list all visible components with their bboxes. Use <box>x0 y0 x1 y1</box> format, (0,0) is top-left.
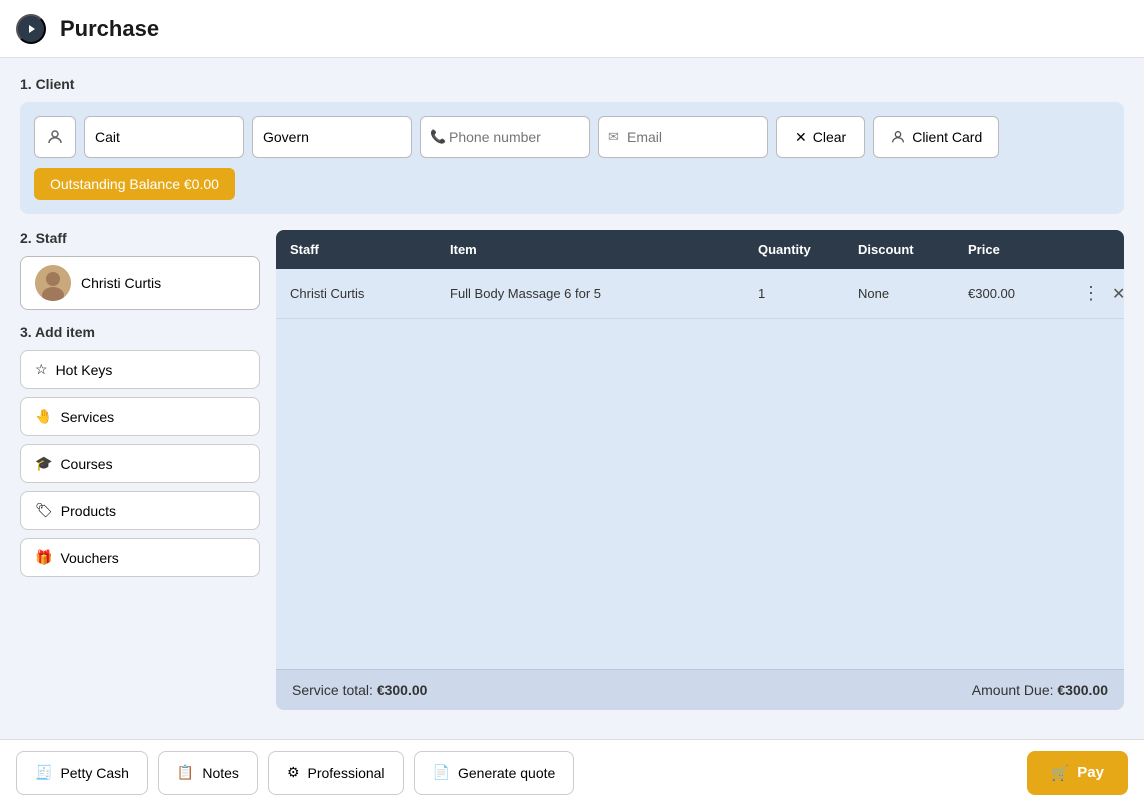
row-actions-cell: ⋮ ✕ <box>1064 269 1124 318</box>
row-quantity: 1 <box>744 269 844 318</box>
products-button[interactable]: 🏷 Products <box>20 491 260 530</box>
products-label: Products <box>61 503 116 519</box>
graduation-icon: 🎓 <box>35 455 52 472</box>
row-actions: ⋮ ✕ <box>1078 281 1124 306</box>
table-body: Christi Curtis Full Body Massage 6 for 5… <box>276 269 1124 669</box>
generate-quote-button[interactable]: 📄 Generate quote <box>414 751 575 795</box>
col-price: Price <box>954 230 1064 269</box>
vouchers-button[interactable]: 🎁 Vouchers <box>20 538 260 577</box>
email-icon: ✉ <box>608 129 619 145</box>
staff-select-button[interactable]: Christi Curtis <box>20 256 260 310</box>
last-name-input[interactable] <box>252 116 412 158</box>
phone-input-wrapper: 📞 <box>420 116 590 158</box>
page-title: Purchase <box>60 16 159 42</box>
row-more-button[interactable]: ⋮ <box>1078 281 1104 306</box>
professional-icon: ⚙ <box>287 764 300 781</box>
outstanding-balance-button[interactable]: Outstanding Balance €0.00 <box>34 168 235 200</box>
courses-button[interactable]: 🎓 Courses <box>20 444 260 483</box>
professional-label: Professional <box>308 765 385 781</box>
clear-label: Clear <box>813 129 846 145</box>
gift-icon: 🎁 <box>35 549 52 566</box>
clear-button[interactable]: ✕ Clear <box>776 116 865 158</box>
col-staff: Staff <box>276 230 436 269</box>
table-wrapper: Staff Item Quantity Discount Price Chris… <box>276 230 1124 710</box>
staff-name: Christi Curtis <box>81 275 161 291</box>
left-column: 2. Staff Christi Curtis 3. Add item ☆ Ho… <box>20 230 260 710</box>
client-icon-button[interactable] <box>34 116 76 158</box>
right-column: Staff Item Quantity Discount Price Chris… <box>276 230 1124 710</box>
vouchers-label: Vouchers <box>60 550 118 566</box>
staff-section-label: 2. Staff <box>20 230 260 246</box>
amount-due-value: €300.00 <box>1057 682 1108 698</box>
clear-x-icon: ✕ <box>795 129 807 146</box>
items-table: Staff Item Quantity Discount Price Chris… <box>276 230 1124 710</box>
notes-label: Notes <box>202 765 239 781</box>
service-total-label: Service total: <box>292 682 373 698</box>
toggle-sidebar-button[interactable] <box>16 14 46 44</box>
col-discount: Discount <box>844 230 954 269</box>
tag-icon: 🏷 <box>35 502 53 519</box>
row-item: Full Body Massage 6 for 5 <box>436 269 744 318</box>
client-card-label: Client Card <box>912 129 982 145</box>
phone-icon: 📞 <box>430 129 446 145</box>
pay-button[interactable]: 🛒 Pay <box>1027 751 1128 795</box>
petty-cash-label: Petty Cash <box>60 765 128 781</box>
services-label: Services <box>60 409 114 425</box>
notes-button[interactable]: 📋 Notes <box>158 751 258 795</box>
staff-avatar <box>35 265 71 301</box>
service-total-text: Service total: €300.00 <box>292 682 427 698</box>
hot-keys-button[interactable]: ☆ Hot Keys <box>20 350 260 389</box>
client-section-label: 1. Client <box>20 76 1124 92</box>
services-button[interactable]: 🤚 Services <box>20 397 260 436</box>
table-header: Staff Item Quantity Discount Price <box>276 230 1124 269</box>
professional-button[interactable]: ⚙ Professional <box>268 751 404 795</box>
staff-section: 2. Staff Christi Curtis <box>20 230 260 310</box>
service-total-bar: Service total: €300.00 Amount Due: €300.… <box>276 669 1124 710</box>
two-col-layout: 2. Staff Christi Curtis 3. Add item ☆ Ho… <box>20 230 1124 710</box>
client-section: 📞 ✉ ✕ Clear Client Card Outstanding Bala… <box>20 102 1124 214</box>
row-remove-button[interactable]: ✕ <box>1112 284 1124 304</box>
footer: 🧾 Petty Cash 📋 Notes ⚙ Professional 📄 Ge… <box>0 739 1144 805</box>
generate-quote-label: Generate quote <box>458 765 555 781</box>
courses-label: Courses <box>60 456 112 472</box>
add-item-section: 3. Add item ☆ Hot Keys 🤚 Services 🎓 Cour… <box>20 324 260 577</box>
email-input[interactable] <box>598 116 768 158</box>
hand-icon: 🤚 <box>35 408 52 425</box>
row-staff: Christi Curtis <box>276 269 436 318</box>
main-content: 1. Client 📞 ✉ ✕ Clear Client Card <box>0 58 1144 739</box>
amount-due-label: Amount Due: <box>972 682 1054 698</box>
email-input-wrapper: ✉ <box>598 116 768 158</box>
notes-icon: 📋 <box>177 764 194 781</box>
client-inputs-row: 📞 ✉ ✕ Clear Client Card <box>34 116 1110 158</box>
star-icon: ☆ <box>35 361 48 378</box>
col-item: Item <box>436 230 744 269</box>
petty-cash-icon: 🧾 <box>35 764 52 781</box>
petty-cash-button[interactable]: 🧾 Petty Cash <box>16 751 148 795</box>
col-quantity: Quantity <box>744 230 844 269</box>
header: Purchase <box>0 0 1144 58</box>
client-card-button[interactable]: Client Card <box>873 116 999 158</box>
service-total-value: €300.00 <box>377 682 428 698</box>
row-discount: None <box>844 269 954 318</box>
col-actions <box>1064 230 1124 269</box>
cart-icon: 🛒 <box>1051 764 1070 782</box>
pay-label: Pay <box>1077 764 1104 781</box>
amount-due-text: Amount Due: €300.00 <box>972 682 1108 698</box>
first-name-input[interactable] <box>84 116 244 158</box>
add-item-section-label: 3. Add item <box>20 324 260 340</box>
generate-quote-icon: 📄 <box>433 764 450 781</box>
hot-keys-label: Hot Keys <box>56 362 113 378</box>
row-price: €300.00 <box>954 269 1064 318</box>
table-row: Christi Curtis Full Body Massage 6 for 5… <box>276 269 1124 319</box>
